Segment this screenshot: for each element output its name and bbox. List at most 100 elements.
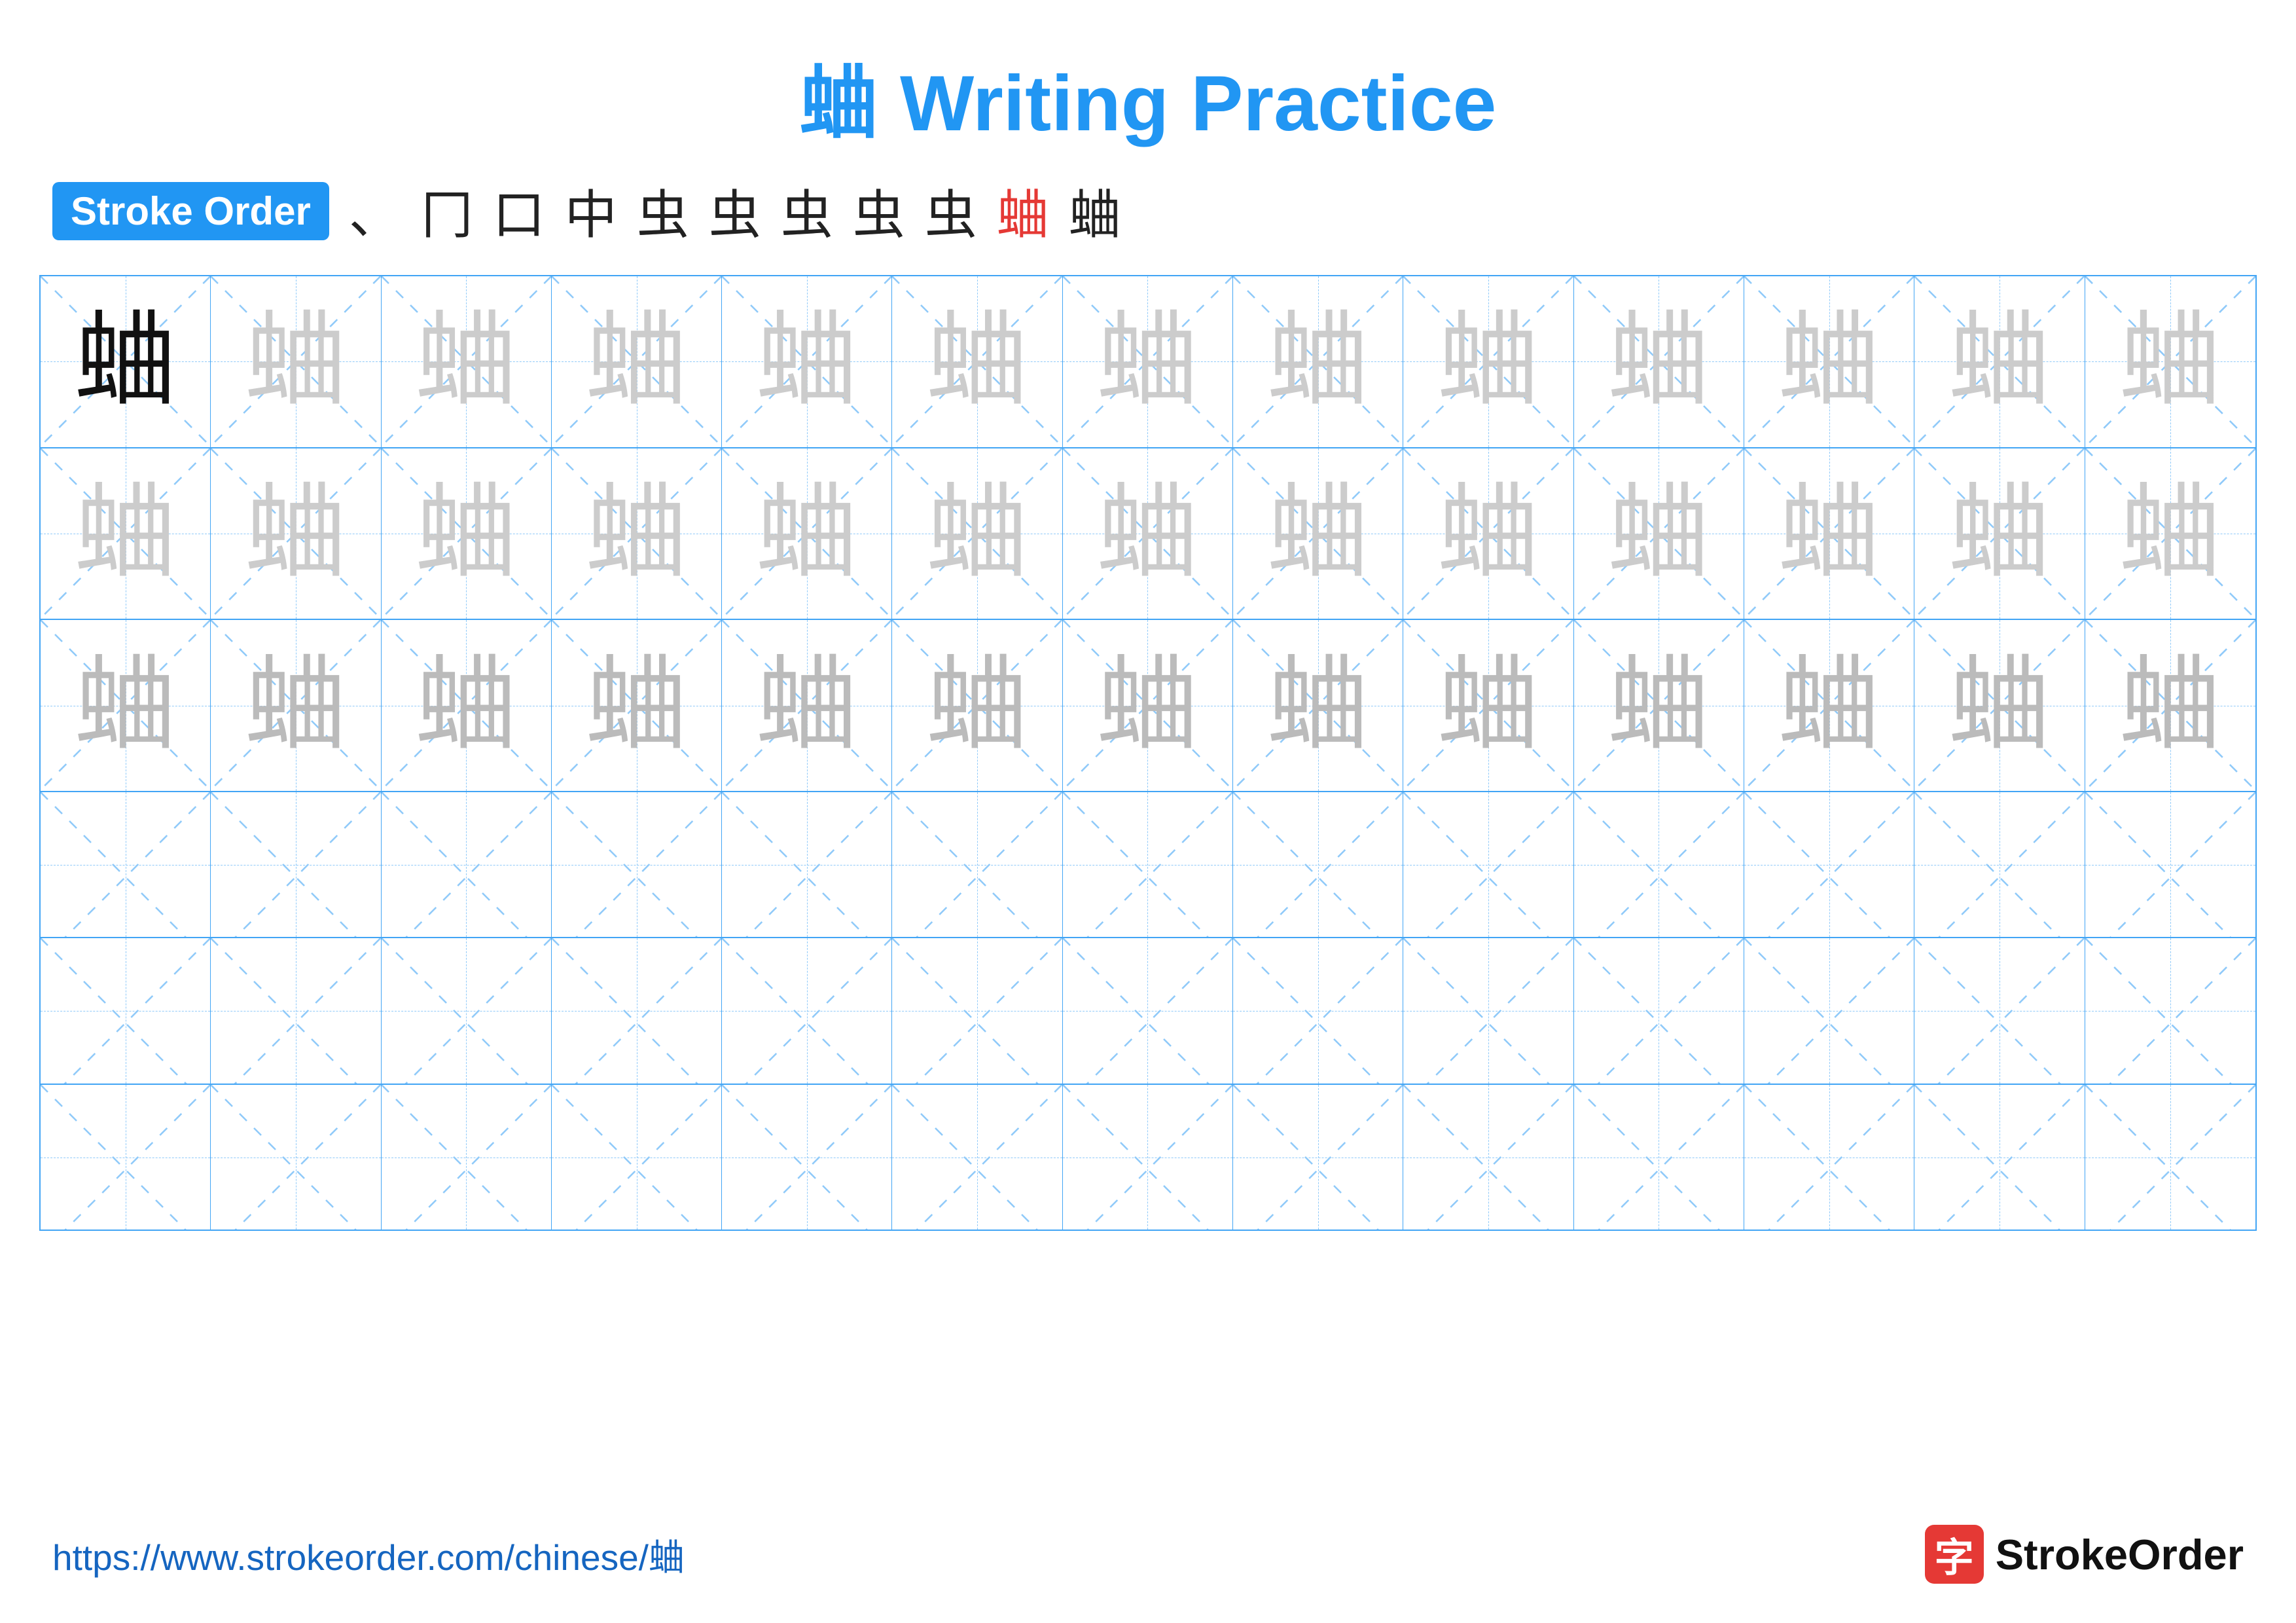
grid-cell-4-13[interactable] xyxy=(2085,792,2255,938)
grid-cell-3-13[interactable]: 蛐 xyxy=(2085,620,2255,791)
grid-cell-5-8[interactable] xyxy=(1233,938,1403,1084)
grid-cell-5-4[interactable] xyxy=(552,938,722,1084)
grid-cell-2-7[interactable]: 蛐 xyxy=(1063,448,1233,619)
grid-cell-4-10[interactable] xyxy=(1574,792,1744,938)
grid-cell-6-2[interactable] xyxy=(211,1085,381,1230)
grid-cell-6-9[interactable] xyxy=(1403,1085,1573,1230)
grid-cell-1-9[interactable]: 蛐 xyxy=(1403,276,1573,447)
cell-char-solid: 蛐 xyxy=(75,310,177,412)
grid-cell-3-1[interactable]: 蛐 xyxy=(41,620,211,791)
grid-cell-6-12[interactable] xyxy=(1914,1085,2085,1230)
grid-cell-1-1[interactable]: 蛐 xyxy=(41,276,211,447)
grid-cell-5-12[interactable] xyxy=(1914,938,2085,1084)
grid-cell-3-5[interactable]: 蛐 xyxy=(722,620,892,791)
stroke-order-row: Stroke Order 、 冂 口 中 虫 虫 虫 虫 虫 蛐 蛐 xyxy=(0,173,2296,249)
grid-cell-1-8[interactable]: 蛐 xyxy=(1233,276,1403,447)
grid-cell-2-10[interactable]: 蛐 xyxy=(1574,448,1744,619)
stroke-5: 虫 xyxy=(637,173,689,249)
grid-cell-2-9[interactable]: 蛐 xyxy=(1403,448,1573,619)
grid-cell-4-6[interactable] xyxy=(892,792,1062,938)
grid-cell-6-11[interactable] xyxy=(1744,1085,1914,1230)
grid-cell-4-3[interactable] xyxy=(382,792,552,938)
grid-cell-4-8[interactable] xyxy=(1233,792,1403,938)
grid-cell-3-10[interactable]: 蛐 xyxy=(1574,620,1744,791)
grid-cell-3-7[interactable]: 蛐 xyxy=(1063,620,1233,791)
grid-cell-2-13[interactable]: 蛐 xyxy=(2085,448,2255,619)
stroke-order-badge: Stroke Order xyxy=(52,182,329,240)
grid-row-2: 蛐 蛐 蛐 蛐 蛐 蛐 蛐 蛐 xyxy=(41,448,2255,621)
stroke-2: 冂 xyxy=(421,173,473,249)
grid-row-6 xyxy=(41,1085,2255,1230)
grid-cell-4-5[interactable] xyxy=(722,792,892,938)
grid-cell-1-3[interactable]: 蛐 xyxy=(382,276,552,447)
grid-cell-2-11[interactable]: 蛐 xyxy=(1744,448,1914,619)
stroke-6: 虫 xyxy=(709,173,761,249)
grid-cell-2-6[interactable]: 蛐 xyxy=(892,448,1062,619)
grid-cell-6-4[interactable] xyxy=(552,1085,722,1230)
grid-cell-5-5[interactable] xyxy=(722,938,892,1084)
grid-cell-4-2[interactable] xyxy=(211,792,381,938)
grid-cell-1-13[interactable]: 蛐 xyxy=(2085,276,2255,447)
stroke-9: 虫 xyxy=(925,173,977,249)
grid-cell-1-5[interactable]: 蛐 xyxy=(722,276,892,447)
grid-cell-5-10[interactable] xyxy=(1574,938,1744,1084)
footer: https://www.strokeorder.com/chinese/蛐 字 … xyxy=(0,1525,2296,1584)
grid-cell-5-2[interactable] xyxy=(211,938,381,1084)
grid-cell-6-8[interactable] xyxy=(1233,1085,1403,1230)
grid-cell-6-6[interactable] xyxy=(892,1085,1062,1230)
grid-cell-3-3[interactable]: 蛐 xyxy=(382,620,552,791)
grid-cell-3-2[interactable]: 蛐 xyxy=(211,620,381,791)
grid-cell-4-4[interactable] xyxy=(552,792,722,938)
stroke-10: 蛐 xyxy=(997,173,1049,249)
footer-logo: 字 StrokeOrder xyxy=(1925,1525,2244,1584)
grid-cell-2-5[interactable]: 蛐 xyxy=(722,448,892,619)
grid-cell-1-6[interactable]: 蛐 xyxy=(892,276,1062,447)
grid-cell-3-12[interactable]: 蛐 xyxy=(1914,620,2085,791)
grid-cell-5-3[interactable] xyxy=(382,938,552,1084)
practice-grid: 蛐 蛐 蛐 蛐 蛐 蛐 蛐 蛐 xyxy=(39,275,2257,1231)
grid-cell-4-1[interactable] xyxy=(41,792,211,938)
grid-cell-6-3[interactable] xyxy=(382,1085,552,1230)
stroke-11: 蛐 xyxy=(1069,173,1121,249)
grid-cell-2-8[interactable]: 蛐 xyxy=(1233,448,1403,619)
grid-row-3: 蛐 蛐 蛐 蛐 蛐 蛐 蛐 蛐 xyxy=(41,620,2255,792)
grid-cell-1-10[interactable]: 蛐 xyxy=(1574,276,1744,447)
grid-cell-6-5[interactable] xyxy=(722,1085,892,1230)
grid-cell-3-11[interactable]: 蛐 xyxy=(1744,620,1914,791)
grid-cell-1-12[interactable]: 蛐 xyxy=(1914,276,2085,447)
grid-cell-1-4[interactable]: 蛐 xyxy=(552,276,722,447)
grid-cell-5-13[interactable] xyxy=(2085,938,2255,1084)
grid-row-1: 蛐 蛐 蛐 蛐 蛐 蛐 蛐 蛐 xyxy=(41,276,2255,448)
grid-cell-4-7[interactable] xyxy=(1063,792,1233,938)
grid-cell-6-10[interactable] xyxy=(1574,1085,1744,1230)
grid-cell-6-1[interactable] xyxy=(41,1085,211,1230)
grid-cell-2-3[interactable]: 蛐 xyxy=(382,448,552,619)
strokeorder-logo-icon: 字 xyxy=(1925,1525,1984,1584)
grid-cell-5-6[interactable] xyxy=(892,938,1062,1084)
grid-cell-5-11[interactable] xyxy=(1744,938,1914,1084)
grid-cell-2-2[interactable]: 蛐 xyxy=(211,448,381,619)
grid-cell-4-9[interactable] xyxy=(1403,792,1573,938)
grid-cell-6-13[interactable] xyxy=(2085,1085,2255,1230)
grid-cell-5-7[interactable] xyxy=(1063,938,1233,1084)
grid-cell-5-9[interactable] xyxy=(1403,938,1573,1084)
grid-cell-1-2[interactable]: 蛐 xyxy=(211,276,381,447)
footer-url-link[interactable]: https://www.strokeorder.com/chinese/蛐 xyxy=(52,1528,685,1580)
stroke-4: 中 xyxy=(565,173,617,249)
grid-row-5 xyxy=(41,938,2255,1085)
grid-cell-3-8[interactable]: 蛐 xyxy=(1233,620,1403,791)
grid-cell-5-1[interactable] xyxy=(41,938,211,1084)
grid-cell-6-7[interactable] xyxy=(1063,1085,1233,1230)
grid-cell-4-11[interactable] xyxy=(1744,792,1914,938)
grid-cell-1-7[interactable]: 蛐 xyxy=(1063,276,1233,447)
grid-cell-3-4[interactable]: 蛐 xyxy=(552,620,722,791)
grid-cell-3-9[interactable]: 蛐 xyxy=(1403,620,1573,791)
grid-cell-1-11[interactable]: 蛐 xyxy=(1744,276,1914,447)
grid-cell-4-12[interactable] xyxy=(1914,792,2085,938)
stroke-3: 口 xyxy=(493,173,545,249)
grid-cell-3-6[interactable]: 蛐 xyxy=(892,620,1062,791)
grid-cell-2-4[interactable]: 蛐 xyxy=(552,448,722,619)
grid-cell-2-1[interactable]: 蛐 xyxy=(41,448,211,619)
grid-row-4 xyxy=(41,792,2255,939)
grid-cell-2-12[interactable]: 蛐 xyxy=(1914,448,2085,619)
